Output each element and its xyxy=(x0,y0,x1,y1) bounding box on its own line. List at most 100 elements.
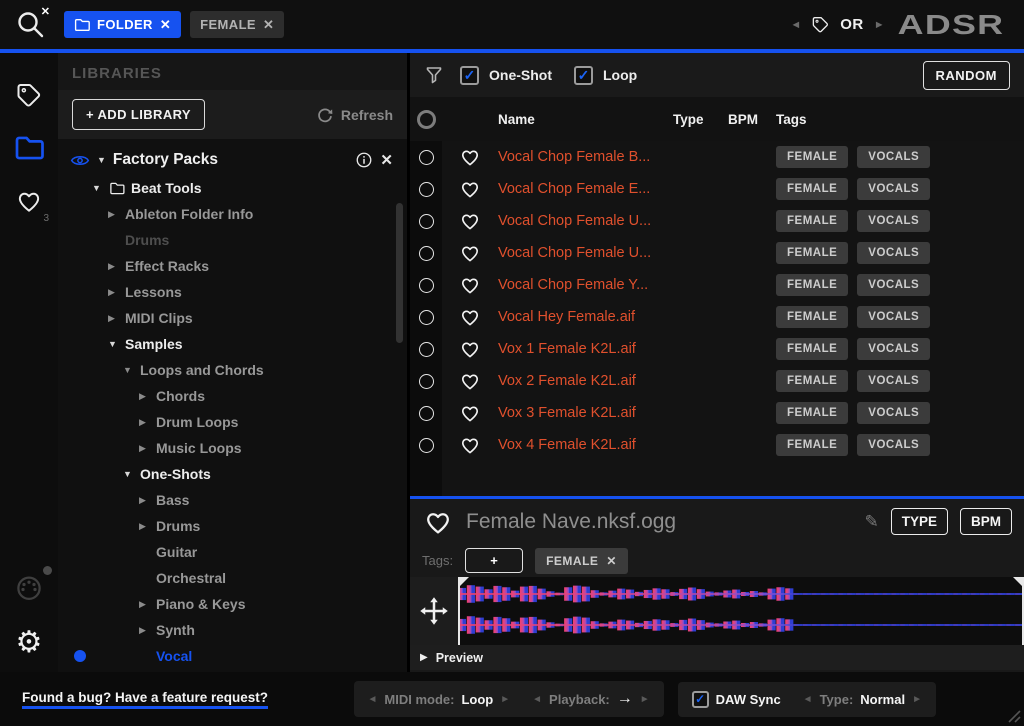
filter-funnel-icon[interactable] xyxy=(424,65,444,85)
preview-tag-female[interactable]: FEMALE ✕ xyxy=(535,548,628,574)
favorite-heart-icon[interactable] xyxy=(442,338,498,360)
library-tree-item[interactable]: ▶Effect Racks xyxy=(58,253,407,279)
column-bpm[interactable]: BPM xyxy=(728,112,776,127)
library-tree-item[interactable]: Vocal xyxy=(58,643,407,669)
clear-search-icon[interactable]: ✕ xyxy=(41,5,50,18)
row-select-circle[interactable] xyxy=(419,214,434,229)
search-icon[interactable]: ✕ xyxy=(14,8,48,42)
row-select-circle[interactable] xyxy=(419,310,434,325)
sample-name[interactable]: Vocal Chop Female U... xyxy=(498,245,673,261)
loop-checkbox[interactable]: ✓ xyxy=(574,66,593,85)
library-tree-item[interactable]: ▶Drum Loops xyxy=(58,409,407,435)
midi-settings-button[interactable] xyxy=(14,572,44,602)
sample-name[interactable]: Vocal Hey Female.aif xyxy=(498,309,673,325)
collapse-arrow-icon[interactable]: ▼ xyxy=(92,183,109,193)
tag-chip[interactable]: VOCALS xyxy=(857,242,930,264)
library-tree-item[interactable]: ▼Samples xyxy=(58,331,407,357)
favorite-heart-icon[interactable] xyxy=(442,434,498,456)
favorite-heart-icon[interactable] xyxy=(422,507,454,537)
library-tree-item[interactable]: ▶Ableton Folder Info xyxy=(58,201,407,227)
loop-start-marker[interactable] xyxy=(458,577,460,645)
library-tree-item[interactable]: Drums xyxy=(58,227,407,253)
bug-report-link[interactable]: Found a bug? Have a feature request? xyxy=(22,690,268,709)
row-select-circle[interactable] xyxy=(419,150,434,165)
library-tree-item[interactable]: Orchestral xyxy=(58,565,407,591)
preview-toggle-bar[interactable]: ▶ Preview xyxy=(410,645,1024,670)
library-tree-item[interactable]: ▶Piano & Keys xyxy=(58,591,407,617)
sample-row[interactable]: Vocal Chop Female E...FEMALEVOCALS xyxy=(410,173,1024,205)
library-tree-item[interactable]: ▶Chords xyxy=(58,383,407,409)
expand-arrow-icon[interactable]: ▶ xyxy=(108,287,125,298)
tag-chip[interactable]: VOCALS xyxy=(857,370,930,392)
column-tags[interactable]: Tags xyxy=(776,112,1024,127)
add-library-button[interactable]: + ADD LIBRARY xyxy=(72,99,205,130)
remove-chip-icon[interactable]: ✕ xyxy=(160,17,171,33)
sample-name[interactable]: Vocal Chop Female B... xyxy=(498,149,673,165)
expand-arrow-icon[interactable]: ▶ xyxy=(139,599,156,610)
filter-chip-female[interactable]: FEMALE ✕ xyxy=(190,11,284,38)
eye-icon[interactable] xyxy=(70,153,90,168)
sample-row[interactable]: Vocal Chop Female Y...FEMALEVOCALS xyxy=(410,269,1024,301)
favorite-heart-icon[interactable] xyxy=(442,402,498,424)
waveform-display[interactable] xyxy=(458,577,1024,645)
library-tree-item[interactable]: ▶Drums xyxy=(58,513,407,539)
expand-arrow-icon[interactable]: ▶ xyxy=(108,261,125,272)
edit-pencil-icon[interactable]: ✎ xyxy=(864,512,878,532)
favorite-heart-icon[interactable] xyxy=(442,370,498,392)
tag-chip[interactable]: FEMALE xyxy=(776,434,848,456)
sample-name[interactable]: Vocal Chop Female U... xyxy=(498,213,673,229)
favorite-heart-icon[interactable] xyxy=(442,178,498,200)
oneshot-checkbox[interactable]: ✓ xyxy=(460,66,479,85)
tag-chip[interactable]: VOCALS xyxy=(857,402,930,424)
library-info-icon[interactable] xyxy=(355,151,373,169)
row-select-circle[interactable] xyxy=(419,246,434,261)
row-select-circle[interactable] xyxy=(419,342,434,357)
sample-row[interactable]: Vox 1 Female K2L.aifFEMALEVOCALS xyxy=(410,333,1024,365)
remove-tag-icon[interactable]: ✕ xyxy=(606,554,617,568)
library-tree-item[interactable]: ▶Bass xyxy=(58,487,407,513)
tag-chip[interactable]: FEMALE xyxy=(776,338,848,360)
row-select-circle[interactable] xyxy=(419,278,434,293)
tag-chip[interactable]: VOCALS xyxy=(857,146,930,168)
expand-arrow-icon[interactable]: ▶ xyxy=(108,209,125,220)
filter-chip-folder[interactable]: FOLDER ✕ xyxy=(64,11,181,38)
favorite-heart-icon[interactable] xyxy=(442,146,498,168)
random-button[interactable]: RANDOM xyxy=(923,61,1011,90)
tag-chip[interactable]: VOCALS xyxy=(857,178,930,200)
collapse-arrow-icon[interactable]: ▼ xyxy=(123,365,140,375)
column-type[interactable]: Type xyxy=(673,112,728,127)
sample-row[interactable]: Vocal Hey Female.aifFEMALEVOCALS xyxy=(410,301,1024,333)
row-select-circle[interactable] xyxy=(419,374,434,389)
playback-next-icon[interactable]: ► xyxy=(640,694,650,705)
library-tree-item[interactable]: ▶Synth xyxy=(58,617,407,643)
window-resize-handle[interactable] xyxy=(1006,708,1021,723)
row-select-circle[interactable] xyxy=(419,182,434,197)
sample-name[interactable]: Vocal Chop Female Y... xyxy=(498,277,673,293)
tag-chip[interactable]: FEMALE xyxy=(776,178,848,200)
tag-chip[interactable]: FEMALE xyxy=(776,146,848,168)
midi-mode-next-icon[interactable]: ► xyxy=(500,694,510,705)
sample-row[interactable]: Vox 2 Female K2L.aifFEMALEVOCALS xyxy=(410,365,1024,397)
collapse-arrow-icon[interactable]: ▼ xyxy=(108,339,125,349)
tags-view-button[interactable] xyxy=(15,81,43,109)
library-tree-item[interactable]: ▶MIDI Clips xyxy=(58,305,407,331)
expand-arrow-icon[interactable]: ▶ xyxy=(139,521,156,532)
type-button[interactable]: TYPE xyxy=(891,508,948,535)
tag-chip[interactable]: VOCALS xyxy=(857,338,930,360)
collapse-arrow-icon[interactable]: ▼ xyxy=(123,469,140,479)
sample-row[interactable]: Vocal Chop Female U...FEMALEVOCALS xyxy=(410,237,1024,269)
sample-row[interactable]: Vocal Chop Female U...FEMALEVOCALS xyxy=(410,205,1024,237)
waveform-drag-handle[interactable] xyxy=(410,577,458,645)
row-select-circle[interactable] xyxy=(419,406,434,421)
row-select-circle[interactable] xyxy=(419,438,434,453)
type-prev-icon[interactable]: ◄ xyxy=(803,694,813,705)
expand-arrow-icon[interactable]: ▶ xyxy=(108,313,125,324)
midi-mode-prev-icon[interactable]: ◄ xyxy=(368,694,378,705)
sample-name[interactable]: Vox 4 Female K2L.aif xyxy=(498,437,673,453)
sample-row[interactable]: Vox 3 Female K2L.aifFEMALEVOCALS xyxy=(410,397,1024,429)
tag-chip[interactable]: FEMALE xyxy=(776,274,848,296)
favorite-heart-icon[interactable] xyxy=(442,242,498,264)
remove-chip-icon[interactable]: ✕ xyxy=(263,17,274,33)
folders-view-button[interactable] xyxy=(14,135,44,161)
add-tag-button[interactable]: + xyxy=(465,548,523,573)
